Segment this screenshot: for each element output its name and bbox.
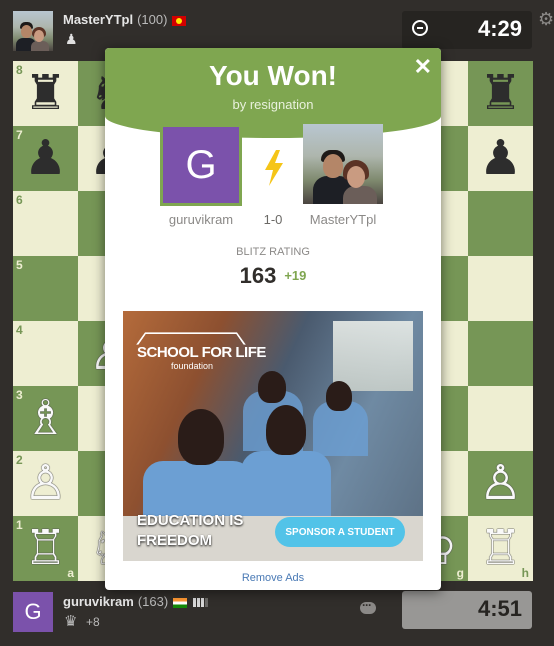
- rank-label: 5: [16, 258, 23, 272]
- rating-change: +19: [284, 268, 307, 283]
- chess-piece-black[interactable]: ♟: [468, 126, 533, 191]
- square-a6[interactable]: 6: [13, 191, 78, 256]
- bottom-player-name[interactable]: guruvikram: [63, 594, 134, 609]
- close-icon[interactable]: ✕: [414, 54, 432, 80]
- game-over-modal: You Won! by resignation ✕ G guruvikram 1…: [105, 48, 441, 590]
- rating-label: BLITZ RATING: [236, 246, 310, 258]
- square-h4[interactable]: [468, 321, 533, 386]
- school-roof-icon: [136, 332, 246, 345]
- bottom-player-avatar[interactable]: G: [13, 592, 53, 632]
- chess-piece-white[interactable]: ♗: [13, 386, 78, 451]
- rating-row: 163 +19: [105, 263, 441, 289]
- chess-piece-white[interactable]: ♖: [13, 516, 78, 581]
- modal-subtitle: by resignation: [232, 97, 314, 112]
- square-a3[interactable]: 3 ♗: [13, 386, 78, 451]
- remove-ads-link[interactable]: Remove Ads: [105, 572, 441, 584]
- square-a8[interactable]: 8 ♜: [13, 61, 78, 126]
- square-h1[interactable]: h ♖: [468, 516, 533, 581]
- square-h6[interactable]: [468, 191, 533, 256]
- macedonia-flag-icon: [172, 15, 187, 26]
- square-a7[interactable]: 7 ♟: [13, 126, 78, 191]
- bottom-player-rating: (163): [137, 594, 169, 609]
- top-player-avatar[interactable]: [13, 11, 53, 51]
- connection-signal-icon: [193, 595, 209, 610]
- winner-avatar[interactable]: G: [160, 124, 242, 206]
- square-h3[interactable]: [468, 386, 533, 451]
- bottom-clock-time: 4:51: [477, 596, 522, 621]
- india-flag-icon: [173, 597, 188, 608]
- loser-name[interactable]: MasterYTpl: [293, 212, 393, 227]
- chess-piece-white[interactable]: ♙: [13, 451, 78, 516]
- bottom-clock: 4:51: [402, 591, 532, 629]
- square-h8[interactable]: ♜: [468, 61, 533, 126]
- square-h5[interactable]: [468, 256, 533, 321]
- chess-piece-black[interactable]: ♟: [13, 126, 78, 191]
- chess-piece-black[interactable]: ♜: [468, 61, 533, 126]
- timer-icon: [412, 20, 428, 36]
- ad-logo-sub: foundation: [171, 361, 214, 371]
- gear-icon[interactable]: ⚙: [538, 9, 554, 30]
- rating-value: 163: [239, 263, 277, 288]
- bottom-player-name-row: guruvikram (163): [63, 594, 209, 610]
- top-player-rating: (100): [137, 12, 168, 27]
- captured-queen-icon: ♛: [64, 613, 78, 630]
- pawn-icon: ♟: [65, 31, 78, 47]
- ad-logo: SCHOOL FOR LIFE: [137, 344, 266, 361]
- square-a1[interactable]: 1 a ♖: [13, 516, 78, 581]
- ad-tagline: EDUCATION IS FREEDOM: [137, 512, 244, 549]
- advertisement[interactable]: SCHOOL FOR LIFE foundation EDUCATION IS …: [123, 311, 423, 561]
- chat-icon[interactable]: [360, 598, 376, 614]
- top-player-name[interactable]: MasterYTpl: [63, 12, 133, 27]
- rank-label: 4: [16, 323, 23, 337]
- winner-avatar-letter: G: [163, 127, 239, 203]
- chess-piece-black[interactable]: ♜: [13, 61, 78, 126]
- top-clock: 4:29: [402, 11, 532, 49]
- top-player-name-row: MasterYTpl (100): [63, 12, 187, 27]
- loser-avatar[interactable]: [303, 124, 383, 204]
- square-h2[interactable]: ♙: [468, 451, 533, 516]
- square-a4[interactable]: 4: [13, 321, 78, 386]
- rank-label: 6: [16, 193, 23, 207]
- material-advantage: +8: [86, 615, 100, 629]
- chess-piece-white[interactable]: ♖: [468, 516, 533, 581]
- square-a2[interactable]: 2 ♙: [13, 451, 78, 516]
- square-h7[interactable]: ♟: [468, 126, 533, 191]
- square-a5[interactable]: 5: [13, 256, 78, 321]
- modal-title: You Won!: [208, 60, 338, 91]
- lightning-bolt-icon: [265, 150, 283, 186]
- chess-piece-white[interactable]: ♙: [468, 451, 533, 516]
- top-clock-time: 4:29: [477, 16, 522, 41]
- sponsor-button[interactable]: SPONSOR A STUDENT: [275, 517, 405, 547]
